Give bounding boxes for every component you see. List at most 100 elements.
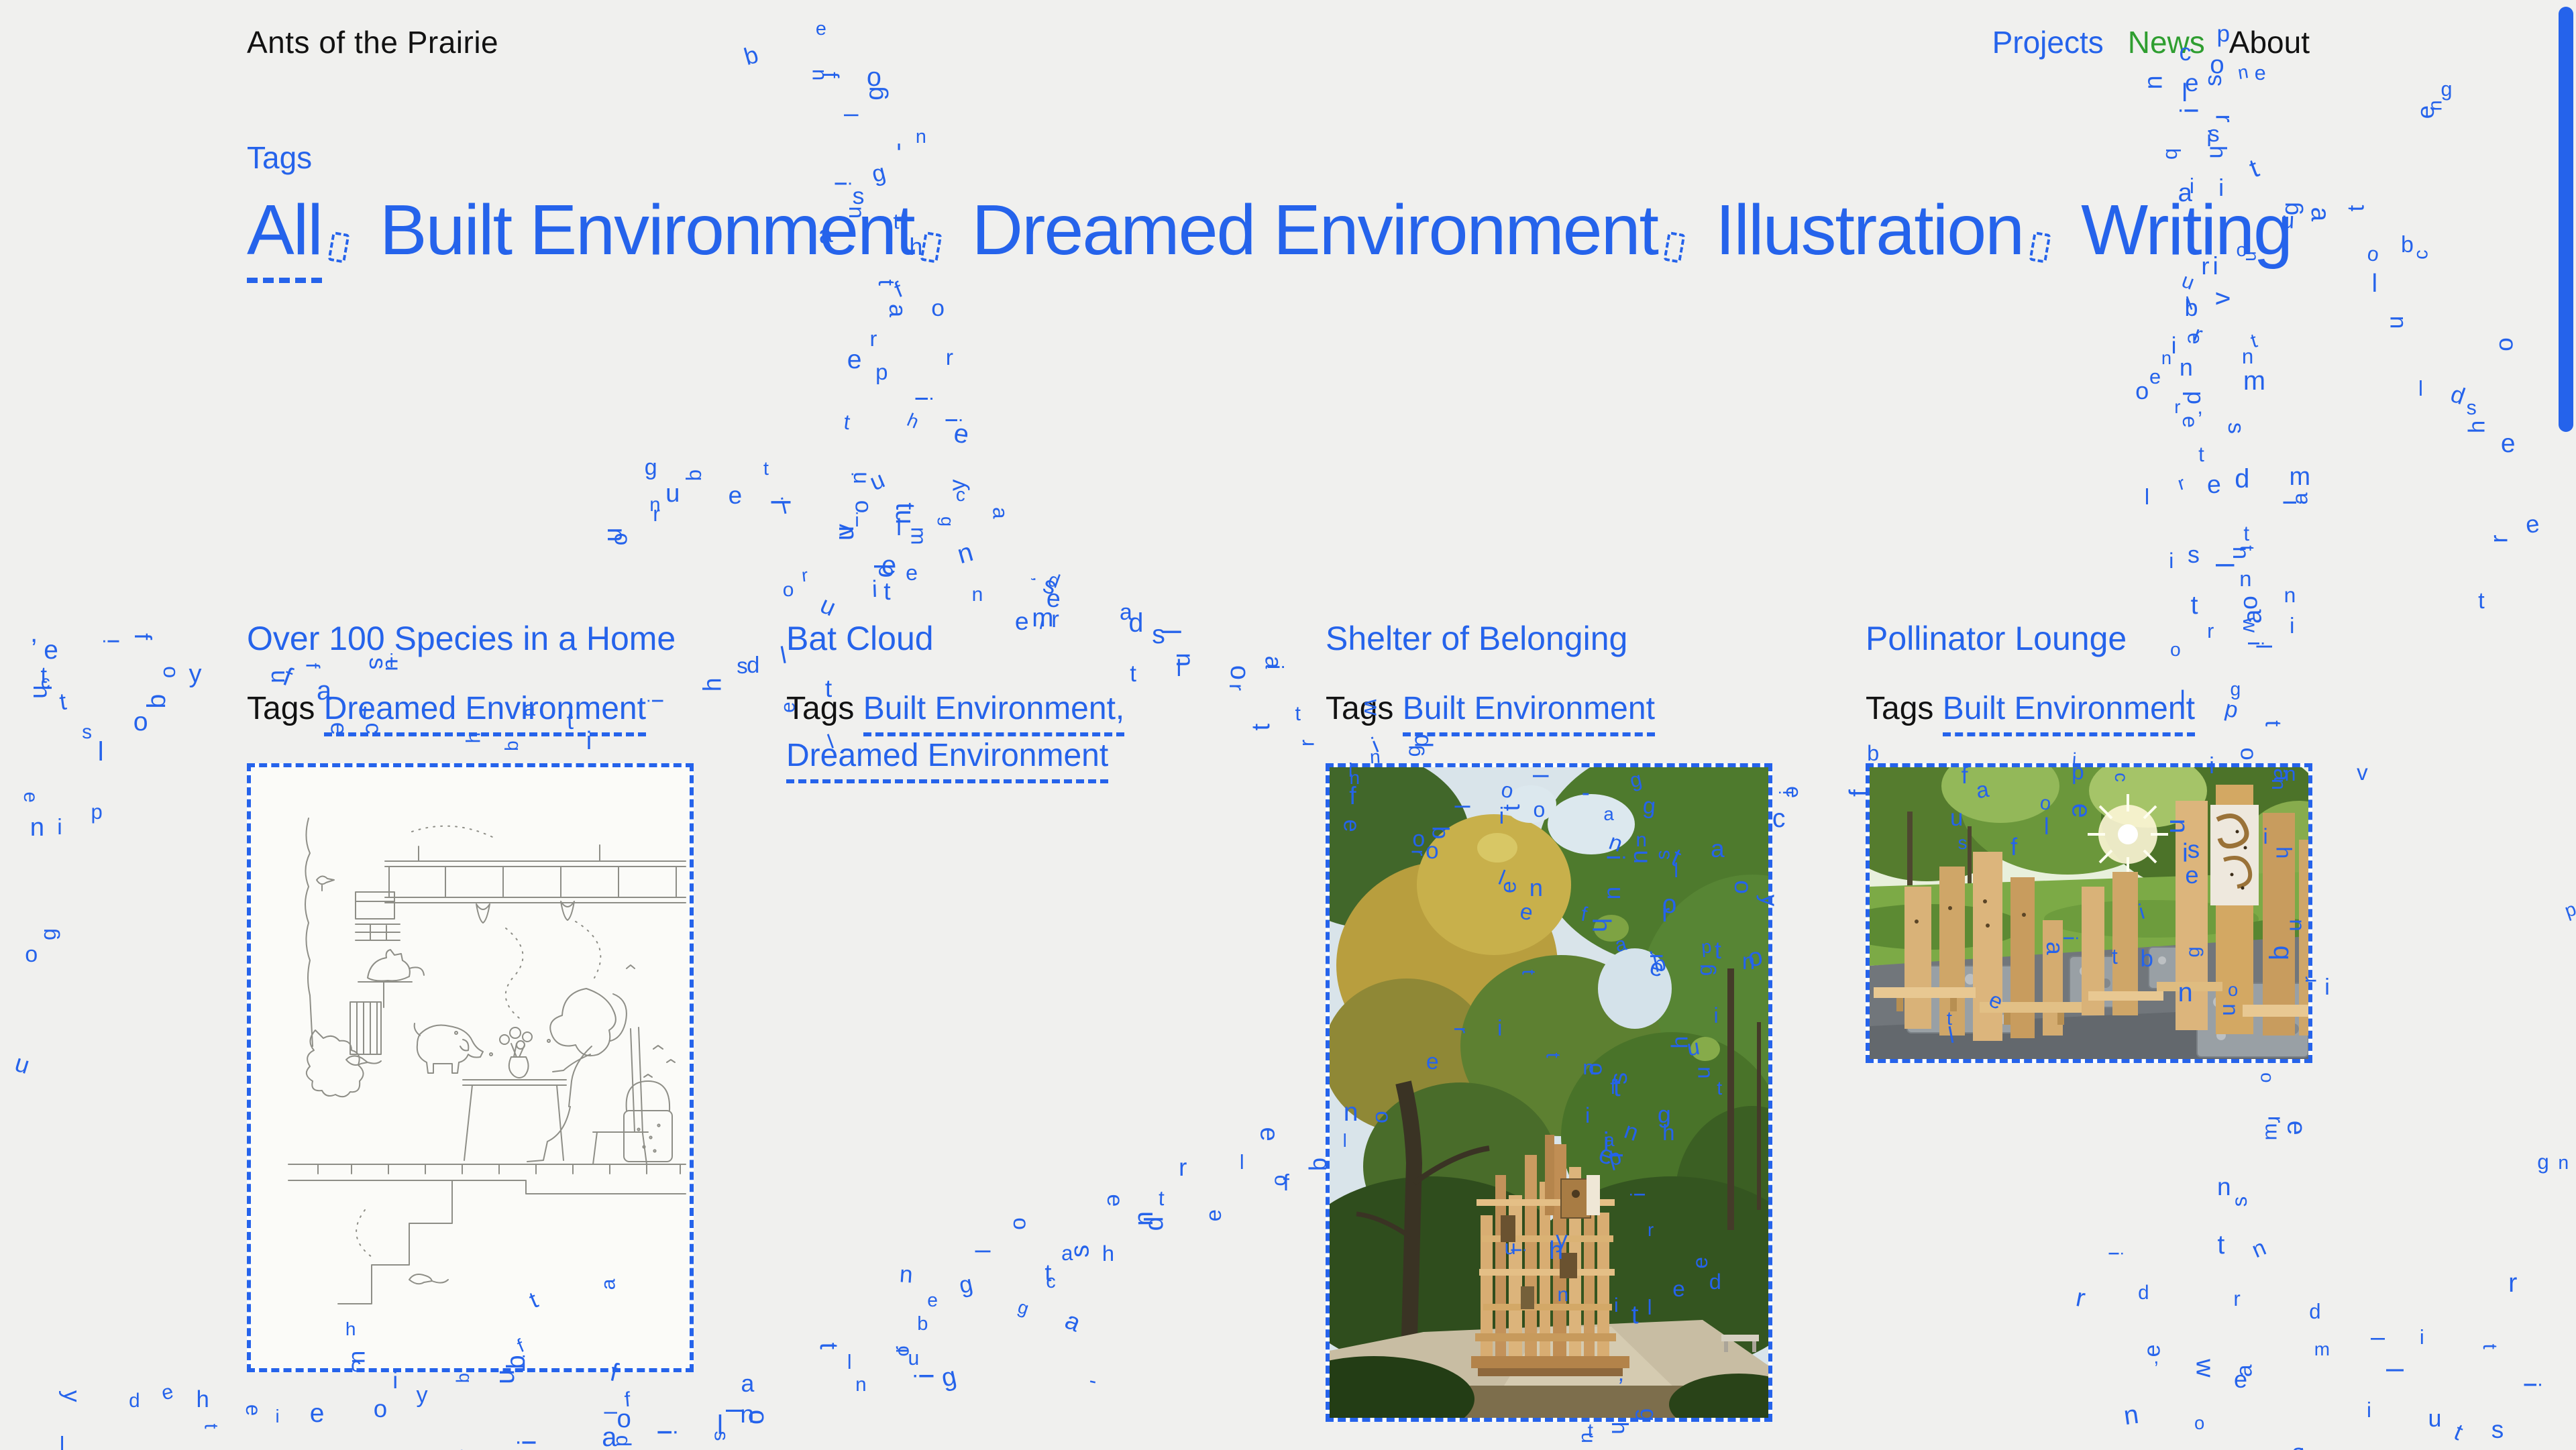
scatter-letter: i	[855, 511, 859, 530]
filter-tag-built-environment[interactable]: Built Environment	[380, 190, 914, 270]
scrollbar-thumb[interactable]	[2559, 7, 2573, 432]
scatter-letter: h	[30, 685, 54, 699]
scatter-letter: t	[2478, 590, 2485, 613]
scatter-letter: t	[2479, 1344, 2499, 1349]
project-title-link[interactable]: Bat Cloud	[786, 618, 1233, 659]
filter-tag-writing[interactable]: Writing	[2081, 190, 2292, 270]
scatter-letter: n	[916, 127, 926, 147]
scatter-letter: i	[1778, 790, 1797, 795]
scatter-letter: i	[2520, 1382, 2544, 1388]
scatter-letter: e	[44, 638, 58, 664]
tags-label: Tags	[786, 691, 854, 726]
scatter-letter: c	[956, 485, 967, 504]
scatter-letter: h	[2206, 146, 2230, 159]
scatter-letter: e	[1203, 1209, 1224, 1221]
sketch-home-illustration	[251, 767, 690, 1368]
comma-separator-icon	[1663, 231, 1685, 264]
scatter-letter: a	[989, 507, 1011, 519]
main-nav: Projects News About	[1992, 24, 2310, 60]
scatter-letter: n	[889, 510, 916, 524]
project-title-link[interactable]: Pollinator Lounge	[1866, 618, 2312, 659]
scatter-letter: d	[2138, 1283, 2149, 1303]
scatter-letter: d	[1046, 570, 1063, 592]
scatter-letter: g	[957, 1272, 974, 1298]
tag-link-built-environment[interactable]: Built Environment,	[863, 691, 1125, 736]
project-title-link[interactable]: Shelter of Belonging	[1326, 618, 1772, 659]
scatter-letter: s	[711, 1431, 731, 1441]
tag-link-dreamed-environment[interactable]: Dreamed Environment	[786, 738, 1108, 783]
nav-link-projects[interactable]: Projects	[1992, 24, 2104, 60]
scatter-letter: s	[2208, 123, 2220, 146]
scatter-letter: e	[1104, 1194, 1126, 1207]
scatter-letter: s	[82, 722, 92, 742]
tag-link-dreamed-environment[interactable]: Dreamed Environment	[324, 691, 646, 736]
scatter-letter: t	[815, 1343, 841, 1350]
scatter-letter: n	[809, 69, 830, 80]
scatter-letter: l	[2182, 80, 2188, 106]
scatter-letter: e	[2184, 333, 2205, 344]
scatter-letter: e	[2185, 71, 2199, 96]
scatter-letter: r	[2176, 474, 2187, 494]
nav-link-about[interactable]: About	[2229, 24, 2310, 60]
scatter-letter: n	[30, 815, 44, 840]
site-logo[interactable]: Ants of the Prairie	[247, 24, 498, 60]
scatter-letter: g	[869, 160, 888, 186]
scatter-letter: d	[1141, 1217, 1167, 1231]
scatter-letter: n	[847, 471, 869, 484]
scatter-letter: l	[717, 1412, 723, 1439]
filter-tag-illustration[interactable]: Illustration	[1715, 190, 2023, 270]
tags-label: Tags	[1866, 691, 1933, 726]
scatter-letter: r	[2212, 114, 2237, 122]
scatter-letter: d	[2309, 1301, 2320, 1322]
tag-link-built-environment[interactable]: Built Environment	[1403, 691, 1655, 736]
filter-tag-all[interactable]: All	[247, 190, 322, 283]
scatter-letter: g	[938, 516, 957, 526]
project-tags-row: Tags Built Environment	[1866, 685, 2312, 732]
scatter-letter: s	[1067, 1245, 1093, 1258]
project-image-pollinator-photo[interactable]	[1866, 763, 2312, 1063]
scatter-letter: e	[160, 1381, 176, 1404]
scatter-letter: o	[744, 1410, 771, 1425]
scatter-letter: d	[129, 1391, 140, 1411]
scatter-letter: i	[275, 1407, 279, 1425]
scatter-letter: a	[2291, 1440, 2306, 1450]
scatter-letter: f	[892, 278, 906, 301]
nav-link-news[interactable]: News	[2128, 24, 2205, 60]
project-image-shelter-photo[interactable]	[1326, 763, 1772, 1422]
project-image-sketch-home[interactable]	[247, 763, 694, 1372]
project-title-link[interactable]: Over 100 Species in a Home	[247, 618, 694, 659]
scatter-letter: n	[2161, 349, 2171, 367]
scatter-letter: b	[2162, 148, 2183, 160]
scatter-letter: y	[189, 661, 201, 687]
scatter-letter: g	[863, 87, 888, 101]
scatter-letter: i	[1264, 664, 1286, 669]
filter-tag-dreamed-environment[interactable]: Dreamed Environment	[972, 190, 1658, 270]
scatter-letter: h	[1607, 1422, 1630, 1435]
tags-label: Tags	[1326, 691, 1393, 726]
scatter-letter: h	[197, 1388, 209, 1412]
scatter-letter: u	[12, 1051, 32, 1078]
scatter-letter: e	[881, 553, 896, 579]
scatter-letter: i	[830, 181, 853, 186]
tags-label: Tags	[247, 691, 315, 726]
scatter-letter: e	[2149, 367, 2161, 388]
scatter-letter: b	[2184, 296, 2198, 320]
scatter-letter: p	[2562, 900, 2576, 922]
scatter-letter: s	[2224, 422, 2247, 433]
scatter-letter: ,	[164, 1447, 174, 1450]
scatter-letter: l	[2383, 1368, 2408, 1373]
scatter-letter: r	[2486, 535, 2511, 543]
scatter-letter: e	[906, 562, 918, 583]
scatter-letter: i	[2178, 108, 2203, 113]
scatter-letter: g	[2440, 79, 2452, 100]
comma-separator-icon	[920, 231, 942, 264]
tag-link-built-environment[interactable]: Built Environment	[1943, 691, 2195, 736]
scatter-letter: i	[871, 577, 877, 601]
scatter-letter: a	[2290, 493, 2312, 505]
scatter-letter: f	[131, 633, 155, 640]
scatter-letter: i	[101, 639, 122, 644]
scatter-letter: t	[2247, 155, 2263, 182]
scatter-letter: n	[898, 1263, 913, 1288]
scatter-letter: g	[939, 1363, 959, 1392]
scatter-letter: h	[1102, 1243, 1114, 1265]
